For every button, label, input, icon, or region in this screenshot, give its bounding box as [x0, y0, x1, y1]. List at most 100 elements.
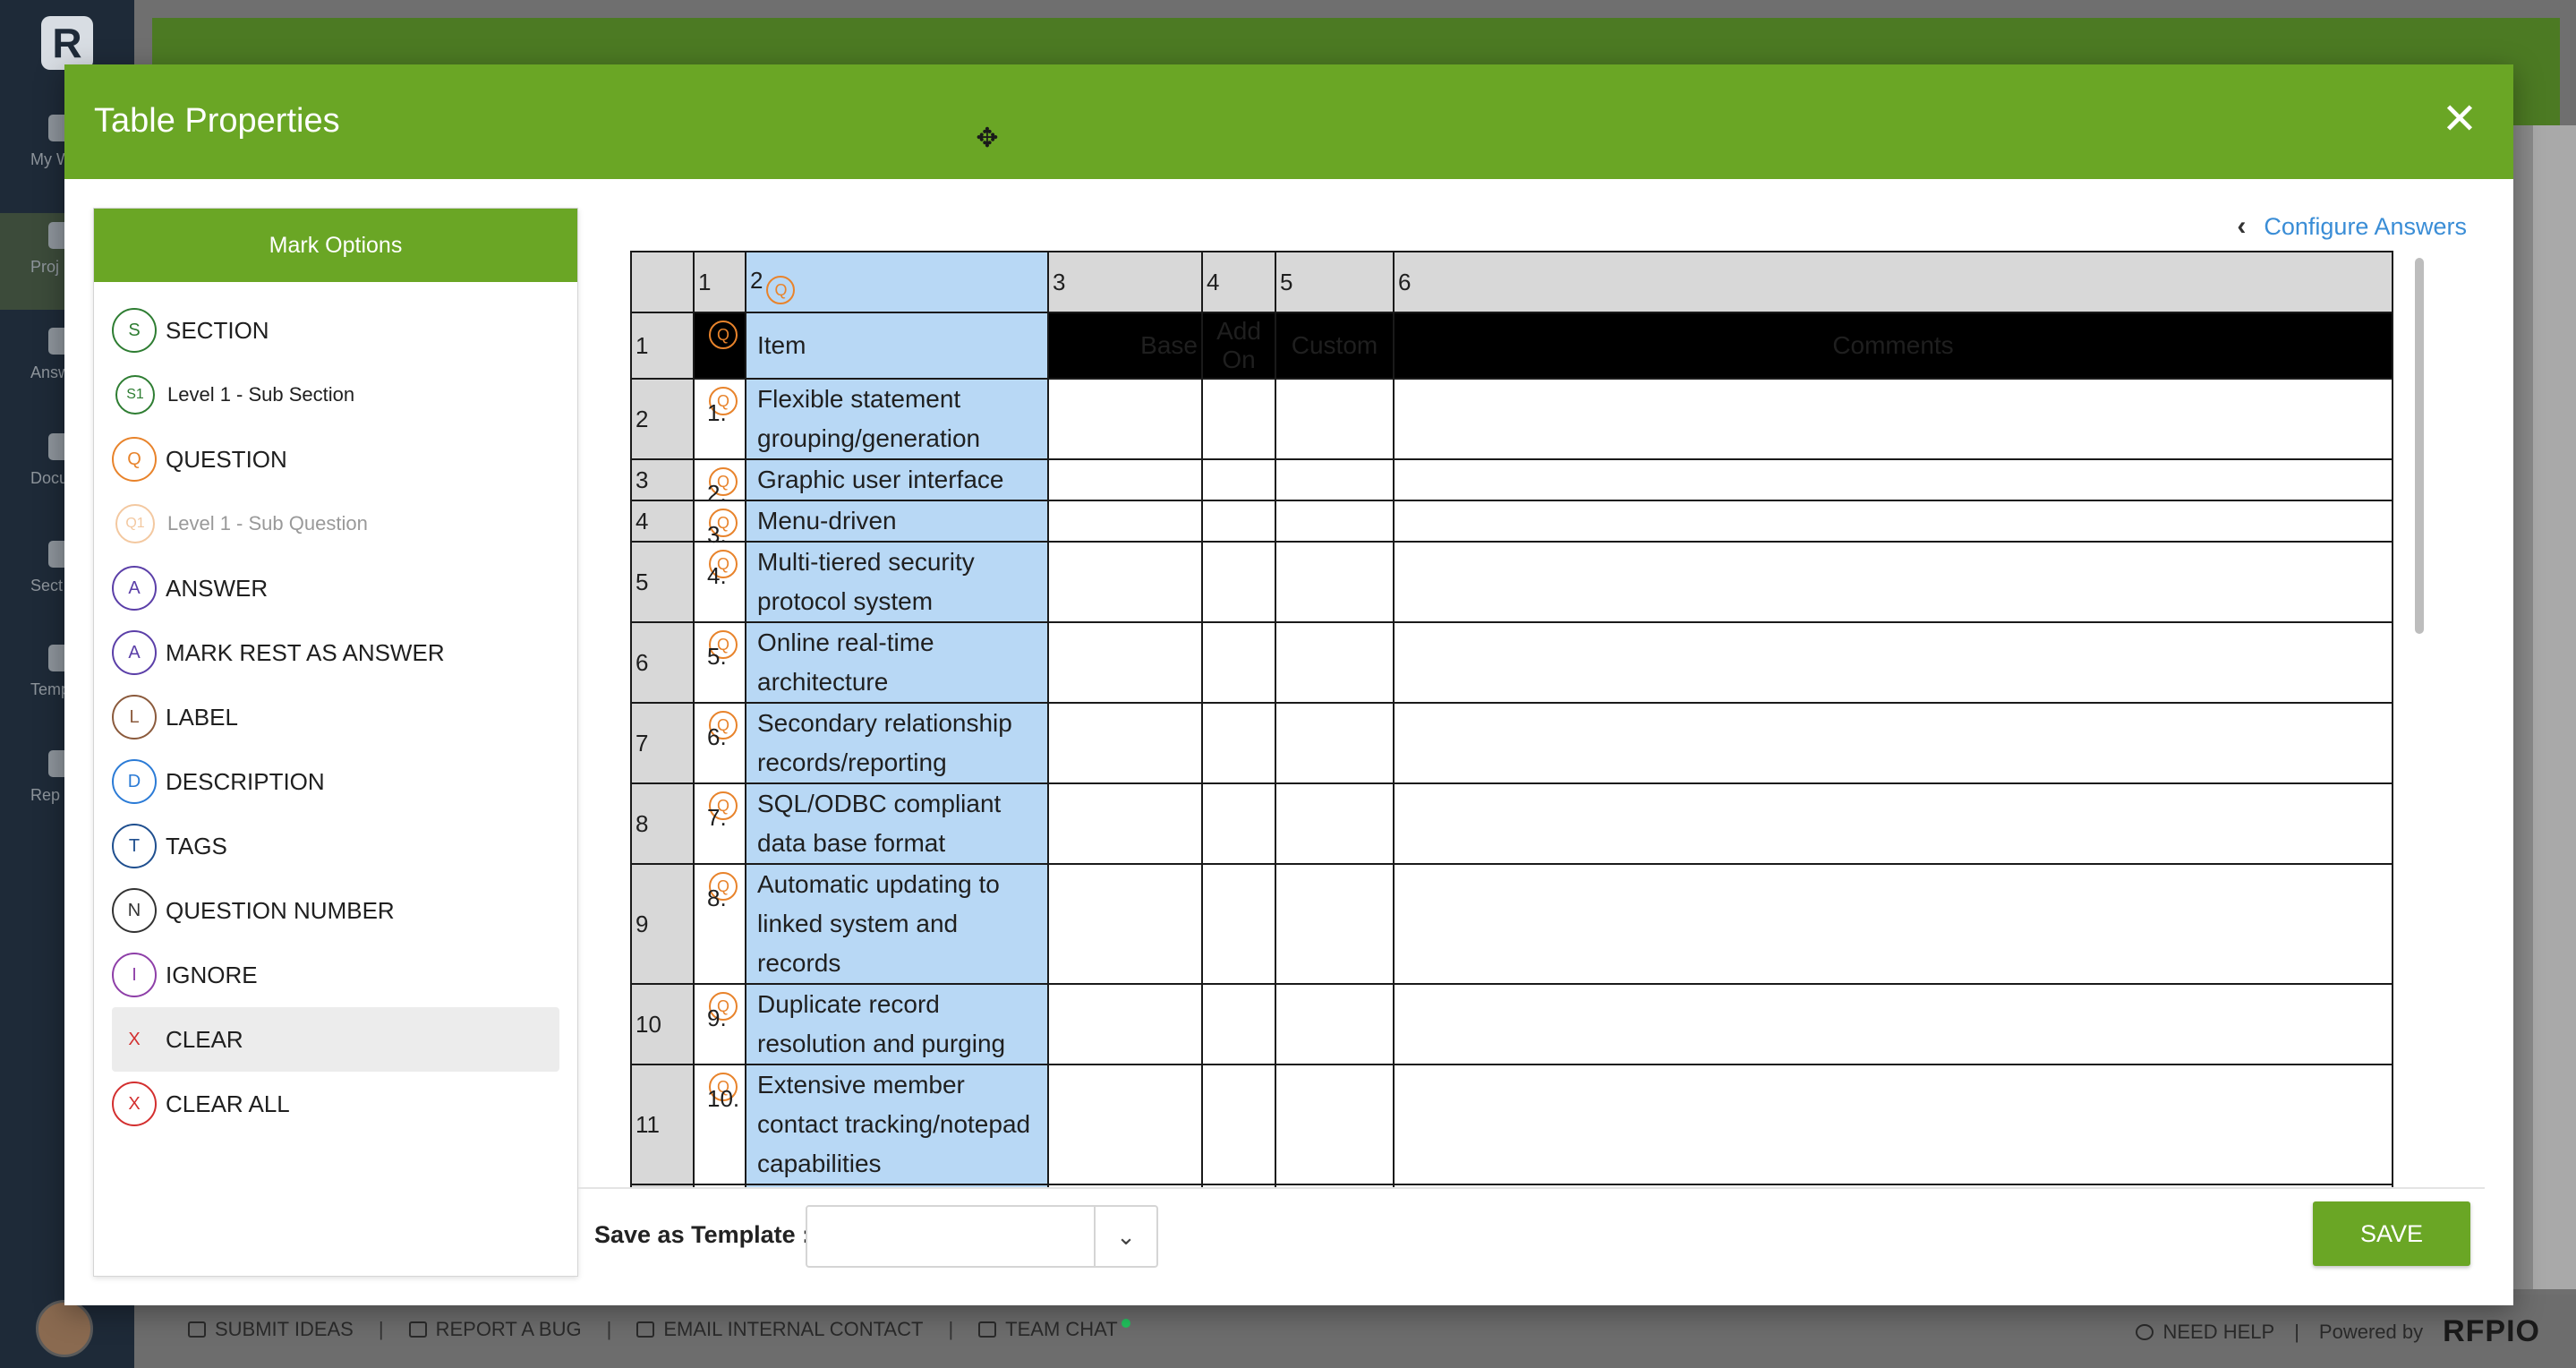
custom-cell[interactable] [1275, 782, 1395, 865]
comments-cell[interactable] [1393, 378, 2393, 460]
base-cell[interactable] [1047, 458, 1203, 501]
modal-header[interactable]: Table Properties ✥ ✕ [64, 64, 2513, 179]
submit-ideas-link[interactable]: SUBMIT IDEAS [188, 1318, 354, 1341]
mark-option-level-1-sub-question[interactable]: Q1 Level 1 - Sub Question [112, 492, 559, 556]
comments-cell[interactable] [1393, 863, 2393, 985]
column-number-cell[interactable]: 6 [1393, 251, 2393, 313]
add-on-cell[interactable] [1201, 702, 1276, 784]
save-button[interactable]: SAVE [2313, 1201, 2470, 1266]
row-number-cell[interactable]: 4 [630, 500, 695, 543]
question-number-cell[interactable]: Q 10. [693, 1064, 746, 1185]
question-number-cell[interactable]: Q 7. [693, 782, 746, 865]
base-cell[interactable] [1047, 500, 1203, 543]
row-number-cell[interactable]: 7 [630, 702, 695, 784]
item-cell[interactable]: Online real-time architecture [745, 621, 1049, 704]
move-icon[interactable]: ✥ [974, 125, 1001, 152]
question-number-cell[interactable]: Q 1. [693, 378, 746, 460]
mark-option-answer[interactable]: A ANSWER [112, 556, 559, 620]
save-template-select[interactable]: ⌄ [806, 1205, 1158, 1268]
comments-cell[interactable] [1393, 983, 2393, 1065]
mark-option-question-number[interactable]: N QUESTION NUMBER [112, 878, 559, 943]
column-number-cell[interactable]: 3 [1047, 251, 1203, 313]
item-cell[interactable]: Extensive member contact tracking/notepa… [745, 1064, 1049, 1185]
custom-cell[interactable] [1275, 702, 1395, 784]
table-scrollbar[interactable] [2415, 258, 2424, 634]
custom-cell[interactable] [1275, 1064, 1395, 1185]
question-number-cell[interactable]: Q 4. [693, 541, 746, 623]
column-number-cell[interactable]: 1 [693, 251, 746, 313]
question-number-cell[interactable]: Q 6. [693, 702, 746, 784]
header-base-cell[interactable]: Base [1047, 312, 1203, 380]
mark-option-clear[interactable]: X CLEAR [112, 1007, 559, 1072]
add-on-cell[interactable] [1201, 458, 1276, 501]
mark-option-description[interactable]: D DESCRIPTION [112, 749, 559, 814]
base-cell[interactable] [1047, 863, 1203, 985]
mark-option-clear-all[interactable]: X CLEAR ALL [112, 1072, 559, 1136]
row-number-cell[interactable]: 8 [630, 782, 695, 865]
base-cell[interactable] [1047, 983, 1203, 1065]
row-number-cell[interactable]: 10 [630, 983, 695, 1065]
column-number-cell[interactable]: 2Q [745, 251, 1049, 313]
add-on-cell[interactable] [1201, 621, 1276, 704]
comments-cell[interactable] [1393, 500, 2393, 543]
comments-cell[interactable] [1393, 702, 2393, 784]
base-cell[interactable] [1047, 621, 1203, 704]
mark-option-label[interactable]: L LABEL [112, 685, 559, 749]
need-help-link[interactable]: NEED HELP [2136, 1321, 2274, 1344]
row-number-cell[interactable]: 5 [630, 541, 695, 623]
question-number-cell[interactable]: Q 2. [693, 458, 746, 507]
column-number-cell[interactable]: 5 [1275, 251, 1395, 313]
custom-cell[interactable] [1275, 500, 1395, 543]
mark-option-tags[interactable]: T TAGS [112, 814, 559, 878]
header-custom-cell[interactable]: Custom [1275, 312, 1395, 380]
question-mark-icon[interactable]: Q [766, 276, 796, 304]
mark-option-ignore[interactable]: I IGNORE [112, 943, 559, 1007]
mark-option-question[interactable]: Q QUESTION [112, 427, 559, 492]
custom-cell[interactable] [1275, 378, 1395, 460]
report-bug-link[interactable]: REPORT A BUG [408, 1318, 582, 1341]
add-on-cell[interactable] [1201, 1064, 1276, 1185]
comments-cell[interactable] [1393, 1064, 2393, 1185]
comments-cell[interactable] [1393, 458, 2393, 501]
row-number-cell[interactable]: 2 [630, 378, 695, 460]
base-cell[interactable] [1047, 378, 1203, 460]
question-number-cell[interactable]: Q 3. [693, 500, 746, 548]
add-on-cell[interactable] [1201, 863, 1276, 985]
custom-cell[interactable] [1275, 458, 1395, 501]
question-marker-cell[interactable]: Q [693, 312, 746, 380]
item-cell[interactable]: Secondary relationship records/reporting [745, 702, 1049, 784]
row-number-cell[interactable]: 6 [630, 621, 695, 704]
custom-cell[interactable] [1275, 621, 1395, 704]
base-cell[interactable] [1047, 782, 1203, 865]
row-number-cell[interactable]: 1 [630, 312, 695, 380]
chevron-down-icon[interactable]: ⌄ [1094, 1207, 1156, 1266]
item-cell[interactable]: Menu-driven [745, 500, 1049, 543]
custom-cell[interactable] [1275, 863, 1395, 985]
header-item-cell[interactable]: Item [745, 312, 1049, 380]
base-cell[interactable] [1047, 702, 1203, 784]
comments-cell[interactable] [1393, 782, 2393, 865]
comments-cell[interactable] [1393, 541, 2393, 623]
header-comments-cell[interactable]: Comments [1393, 312, 2393, 380]
mark-option-section[interactable]: S SECTION [112, 298, 559, 363]
mark-option-mark-rest-as-answer[interactable]: A MARK REST AS ANSWER [112, 620, 559, 685]
team-chat-link[interactable]: TEAM CHAT [978, 1318, 1130, 1341]
item-cell[interactable]: Multi-tiered security protocol system [745, 541, 1049, 623]
add-on-cell[interactable] [1201, 983, 1276, 1065]
add-on-cell[interactable] [1201, 378, 1276, 460]
email-contact-link[interactable]: EMAIL INTERNAL CONTACT [636, 1318, 923, 1341]
question-number-cell[interactable]: Q 5. [693, 621, 746, 704]
close-icon[interactable]: ✕ [2440, 98, 2479, 141]
question-number-cell[interactable]: Q 8. [693, 863, 746, 985]
header-add-on-cell[interactable]: Add On [1201, 312, 1276, 380]
configure-answers-link[interactable]: ‹ Configure Answers [2237, 211, 2467, 242]
base-cell[interactable] [1047, 1064, 1203, 1185]
add-on-cell[interactable] [1201, 541, 1276, 623]
item-cell[interactable]: Flexible statement grouping/generation [745, 378, 1049, 460]
mark-option-level-1-sub-section[interactable]: S1 Level 1 - Sub Section [112, 363, 559, 427]
question-number-cell[interactable]: Q 9. [693, 983, 746, 1065]
user-avatar[interactable] [36, 1300, 93, 1357]
add-on-cell[interactable] [1201, 782, 1276, 865]
comments-cell[interactable] [1393, 621, 2393, 704]
item-cell[interactable]: Automatic updating to linked system and … [745, 863, 1049, 985]
